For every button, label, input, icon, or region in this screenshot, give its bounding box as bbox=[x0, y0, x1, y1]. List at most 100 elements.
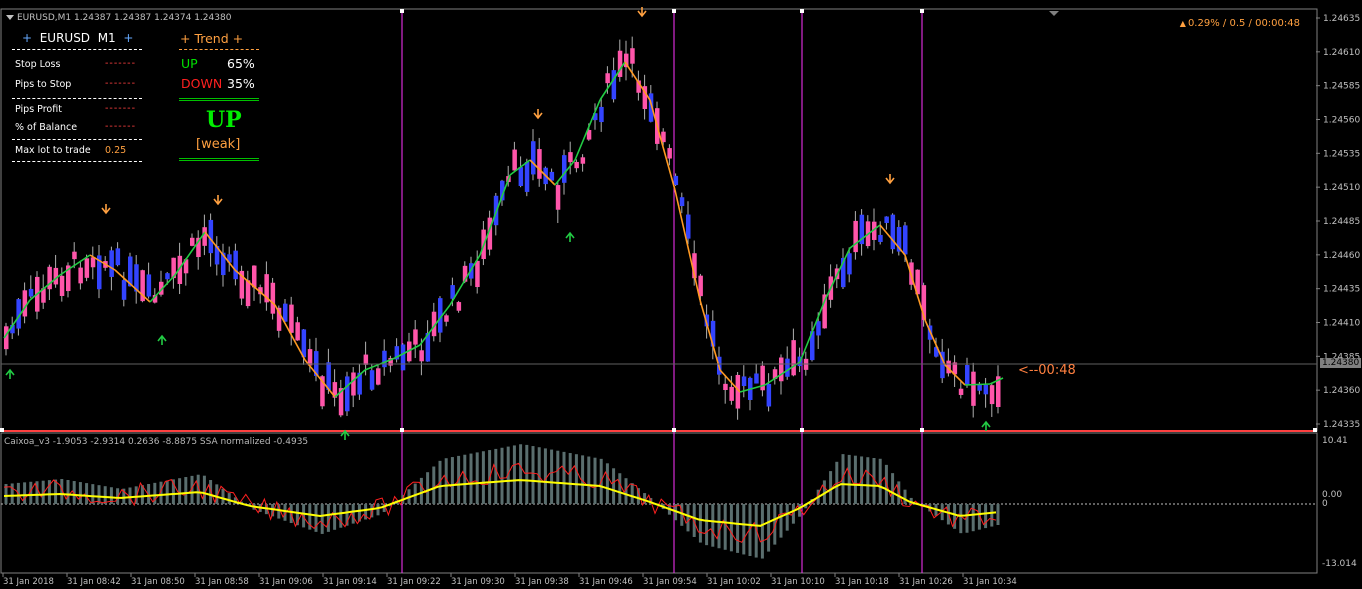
bull-candle bbox=[524, 161, 530, 192]
bar-timer: <--00:48 bbox=[1018, 363, 1076, 378]
divider bbox=[12, 49, 142, 50]
bull-candle bbox=[165, 273, 170, 280]
balance-pct-value: ------- bbox=[105, 121, 136, 132]
vertical-marker-handle bbox=[0, 428, 4, 432]
bull-candle bbox=[599, 106, 604, 123]
max-lot-value: 0.25 bbox=[105, 145, 127, 156]
time-tick-label: 31 Jan 09:38 bbox=[515, 577, 569, 587]
trend-up-pct: 65% bbox=[227, 56, 255, 71]
bear-candle bbox=[90, 257, 96, 268]
bull-candle bbox=[146, 274, 152, 297]
bear-candle bbox=[289, 304, 294, 333]
bull-candle bbox=[983, 384, 989, 395]
vertical-marker-handle bbox=[672, 428, 676, 432]
time-tick-label: 31 Jan 09:30 bbox=[451, 577, 505, 587]
bear-candle bbox=[252, 265, 257, 288]
bear-candle bbox=[580, 157, 586, 164]
stop-loss-label: Stop Loss bbox=[15, 59, 61, 70]
price-tick-label: 1.24635 bbox=[1323, 14, 1360, 24]
time-tick-label: 31 Jan 08:58 bbox=[195, 577, 249, 587]
divider bbox=[12, 161, 142, 162]
bull-candle bbox=[326, 362, 331, 391]
price-tick-label: 1.24560 bbox=[1323, 116, 1360, 126]
bear-candle bbox=[59, 275, 65, 296]
time-tick-label: 31 Jan 09:46 bbox=[579, 577, 633, 587]
bear-candle bbox=[376, 368, 381, 385]
indicator-tick-label: 0 bbox=[1322, 499, 1328, 509]
bear-candle bbox=[245, 280, 251, 307]
trend-strength: [weak] bbox=[196, 137, 241, 152]
bull-candle bbox=[673, 175, 679, 186]
divider bbox=[179, 49, 259, 50]
bear-candle bbox=[555, 185, 561, 210]
bear-candle bbox=[413, 329, 418, 345]
up-triangle-icon: ▲ bbox=[1179, 19, 1186, 28]
bull-candle bbox=[283, 303, 288, 322]
vertical-marker-handle bbox=[400, 9, 404, 13]
stop-loss-value: ------- bbox=[105, 58, 136, 69]
vertical-marker-handle bbox=[920, 428, 924, 432]
vertical-marker-handle bbox=[920, 9, 924, 13]
bull-candle bbox=[754, 373, 759, 384]
bear-candle bbox=[512, 149, 517, 171]
bear-candle bbox=[537, 149, 542, 179]
bear-candle bbox=[779, 357, 784, 382]
bull-candle bbox=[115, 248, 121, 266]
bull-candle bbox=[878, 234, 883, 242]
bull-candle bbox=[903, 225, 908, 255]
bull-candle bbox=[686, 214, 691, 239]
bear-candle bbox=[605, 73, 610, 84]
vertical-marker-handle bbox=[672, 9, 676, 13]
bear-candle bbox=[351, 372, 356, 396]
bull-candle bbox=[847, 253, 852, 275]
time-tick-label: 31 Jan 08:50 bbox=[131, 577, 185, 587]
pips-profit-label: Pips Profit bbox=[15, 104, 62, 115]
balance-pct-label: % of Balance bbox=[15, 122, 78, 133]
status-readout: ▲ 0.29% / 0.5 / 00:00:48 bbox=[1179, 18, 1300, 29]
trend-down-label: DOWN bbox=[181, 76, 223, 91]
bull-candle bbox=[518, 167, 524, 186]
pips-profit-value: ------- bbox=[105, 103, 136, 114]
time-tick-label: 31 Jan 10:10 bbox=[771, 577, 825, 587]
price-tick-label: 1.24510 bbox=[1323, 183, 1360, 193]
bear-candle bbox=[202, 227, 207, 246]
bear-candle bbox=[723, 383, 728, 391]
bear-candle bbox=[270, 282, 276, 314]
indicator-tick-label: -13.014 bbox=[1322, 559, 1357, 569]
time-tick-label: 31 Jan 10:02 bbox=[707, 577, 761, 587]
bear-candle bbox=[958, 388, 964, 395]
bear-candle bbox=[729, 386, 734, 401]
trend-title: + Trend + bbox=[180, 31, 244, 46]
collapse-icon[interactable] bbox=[6, 15, 14, 20]
bear-candle bbox=[630, 48, 635, 64]
price-tick-label: 1.24360 bbox=[1323, 386, 1360, 396]
trend-down-pct: 35% bbox=[227, 76, 255, 91]
price-tick-label: 1.24485 bbox=[1323, 217, 1360, 227]
bear-candle bbox=[971, 371, 976, 406]
bull-candle bbox=[369, 370, 375, 390]
time-tick-label: 31 Jan 10:18 bbox=[835, 577, 889, 587]
info-panel-title: + EURUSD M1 + bbox=[22, 31, 134, 45]
time-tick-label: 31 Jan 10:26 bbox=[899, 577, 953, 587]
bear-candle bbox=[72, 251, 77, 260]
bull-candle bbox=[301, 329, 307, 358]
time-axis: 31 Jan 2018 31 Jan 08:42 31 Jan 08:50 31 Ja… bbox=[2, 573, 1017, 587]
bear-candle bbox=[791, 340, 796, 376]
bull-candle bbox=[109, 250, 114, 277]
price-tick-label: 1.24610 bbox=[1323, 48, 1360, 58]
bull-candle bbox=[28, 288, 34, 297]
bear-candle bbox=[363, 354, 369, 365]
bull-candle bbox=[382, 350, 387, 368]
divider bbox=[12, 139, 142, 140]
pips-to-stop-label: Pips to Stop bbox=[15, 79, 72, 90]
bull-candle bbox=[679, 197, 685, 207]
trend-signal: UP bbox=[206, 107, 242, 133]
price-tick-label: 1.24585 bbox=[1323, 82, 1360, 92]
chart-header: EURUSD,M1 1.24387 1.24387 1.24374 1.2438… bbox=[6, 13, 231, 23]
bear-candle bbox=[574, 161, 579, 169]
bear-candle bbox=[190, 237, 195, 246]
bear-candle bbox=[989, 385, 995, 405]
time-tick-label: 31 Jan 09:54 bbox=[643, 577, 697, 587]
time-tick-label: 31 Jan 09:22 bbox=[387, 577, 441, 587]
bear-candle bbox=[419, 350, 424, 362]
